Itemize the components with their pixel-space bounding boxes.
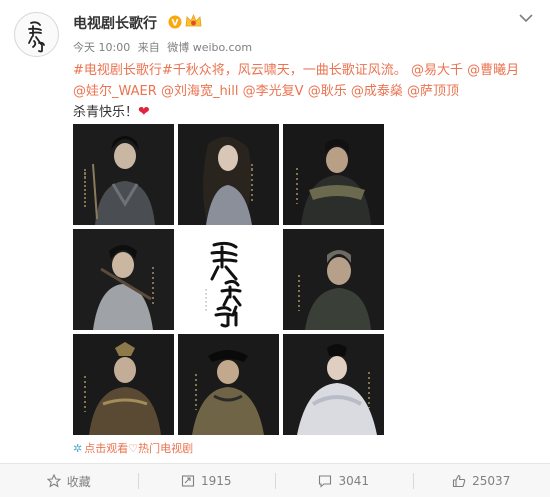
post-source[interactable]: 微博 weibo.com: [167, 41, 252, 54]
mention-link[interactable]: @曹曦月: [467, 63, 519, 78]
post-meta: 今天 10:00 来自 微博 weibo.com: [73, 39, 256, 55]
poster-image[interactable]: [73, 229, 174, 330]
mention-link[interactable]: @易大千: [411, 63, 463, 78]
mention-link[interactable]: @娃尔_WAER: [73, 84, 157, 99]
repost-button[interactable]: 1915: [137, 464, 276, 497]
comment-count: 3041: [338, 474, 370, 488]
post-time[interactable]: 今天 10:00: [73, 41, 130, 54]
poster-image[interactable]: [73, 124, 174, 225]
poster-image[interactable]: [283, 334, 384, 435]
avatar[interactable]: [14, 12, 59, 57]
vip-crown-icon: [185, 13, 202, 27]
mention-link[interactable]: @刘海宽_hill: [161, 84, 239, 99]
comment-button[interactable]: 3041: [275, 464, 413, 497]
heart-icon: ❤: [138, 104, 150, 120]
watch-link[interactable]: ✲ 点击观看♡热门电视剧: [73, 440, 193, 456]
poster-image[interactable]: [283, 229, 384, 330]
verified-icon: V: [168, 15, 182, 29]
post-text: #电视剧长歌行#千秋众将，风云啸天，一曲长歌证风流。 @易大千 @曹曦月 @娃尔…: [73, 60, 525, 123]
avatar-logo-icon: [27, 20, 45, 52]
thumb-up-icon: [453, 474, 466, 488]
poster-image[interactable]: [283, 124, 384, 225]
closing-text: 杀青快乐！: [73, 105, 139, 120]
flower-icon: ✲: [73, 442, 83, 455]
poster-image[interactable]: [178, 124, 279, 225]
svg-text:V: V: [172, 19, 179, 29]
poster-title-image[interactable]: [178, 229, 279, 330]
mention-link[interactable]: @成泰燊: [351, 84, 403, 99]
favorite-label: 收藏: [66, 474, 91, 489]
watch-link-text: 点击观看♡热门电视剧: [84, 442, 194, 455]
action-bar: 收藏 1915 3041 25037: [0, 463, 550, 497]
mention-link[interactable]: @萨顶顶: [407, 84, 459, 99]
repost-count: 1915: [200, 474, 232, 488]
source-prefix: 来自: [137, 41, 160, 54]
star-icon: [46, 474, 61, 488]
like-count: 25037: [472, 474, 511, 488]
weibo-post-card: 电视剧长歌行 V 今天 10:00 来自 微博 weibo.com #电视剧长歌…: [0, 0, 550, 497]
post-body: 千秋众将，风云啸天，一曲长歌证风流。: [172, 63, 407, 78]
poster-image[interactable]: [73, 334, 174, 435]
favorite-button[interactable]: 收藏: [0, 464, 138, 497]
image-grid: [73, 124, 385, 436]
comment-icon: [319, 475, 332, 488]
mention-link[interactable]: @耿乐: [308, 84, 347, 99]
hashtag-link[interactable]: #电视剧长歌行#: [73, 63, 173, 78]
author-name[interactable]: 电视剧长歌行: [73, 13, 157, 33]
mention-link[interactable]: @李光复V: [243, 84, 304, 99]
like-button[interactable]: 25037: [412, 464, 550, 497]
poster-image[interactable]: [178, 334, 279, 435]
chevron-down-icon[interactable]: [518, 12, 534, 24]
repost-icon: [181, 475, 195, 487]
